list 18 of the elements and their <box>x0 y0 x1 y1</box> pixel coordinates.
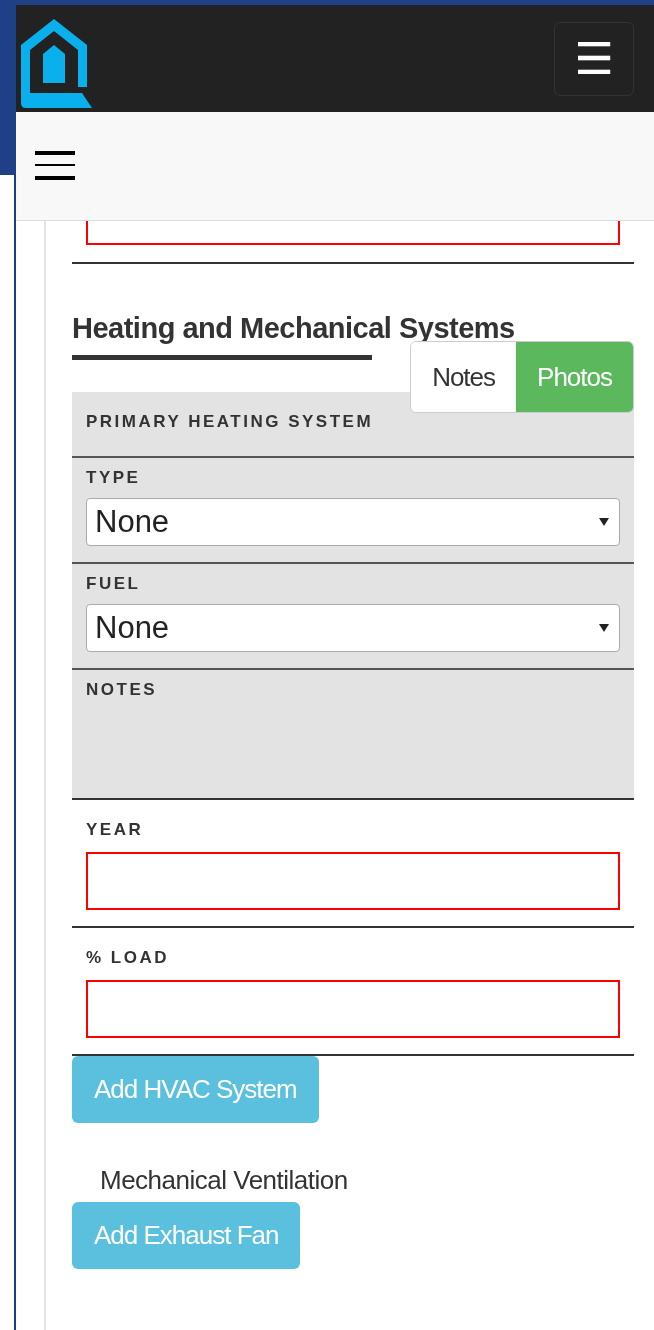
caret-icon <box>599 518 609 526</box>
select-field[interactable] <box>86 221 620 245</box>
menu-icon[interactable] <box>35 151 75 181</box>
menu-button[interactable]: ☰ <box>554 21 634 96</box>
toggle-tab[interactable]: Notes <box>411 342 517 412</box>
field-label: YEAR <box>86 820 145 840</box>
select-field[interactable]: None <box>86 604 620 652</box>
input-field[interactable] <box>86 852 620 910</box>
field-label: NOTES <box>86 680 159 700</box>
section-title: Heating and Mechanical Systems <box>72 312 516 345</box>
select-field[interactable]: None <box>86 498 620 546</box>
subsection-title: Mechanical Ventilation <box>100 1165 349 1196</box>
group-title: PRIMARY HEATING SYSTEM <box>86 412 375 432</box>
input-field[interactable] <box>86 980 620 1038</box>
field-label: TYPE <box>86 468 142 488</box>
field-label: FUEL <box>86 574 142 594</box>
field-label: % LOAD <box>86 948 170 968</box>
caret-icon <box>599 624 609 632</box>
